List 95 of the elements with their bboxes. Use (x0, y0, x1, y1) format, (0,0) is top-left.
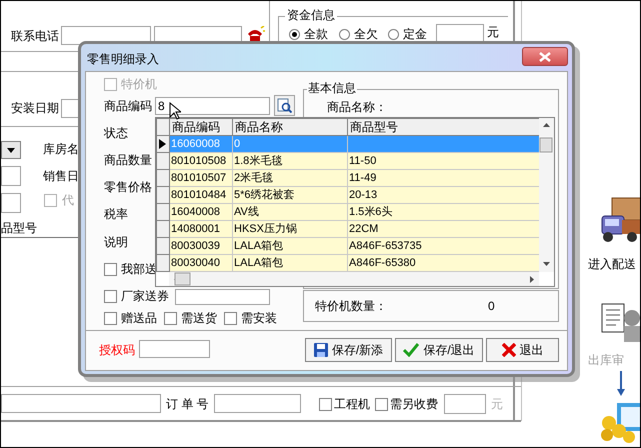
table-cell: A846F-65380 (348, 254, 540, 272)
table-cell: LALA箱包 (232, 254, 348, 272)
unit-label: 元 (491, 397, 503, 411)
checkbox-label: 赠送品 (121, 311, 157, 325)
checkmark-icon (403, 343, 420, 357)
radio-label: 全款 (304, 27, 328, 41)
action-label: 出库审 (588, 353, 624, 367)
group-title: 基本信息 (307, 81, 357, 95)
table-cell: 80030040 (170, 254, 232, 272)
table-cell: 801010484 (170, 186, 232, 204)
row-pointer-icon (159, 139, 167, 149)
close-button[interactable] (522, 47, 568, 66)
table-cell: 16040008 (170, 204, 232, 220)
table-cell: 2米毛毯 (232, 170, 348, 186)
field-label: 销售日 (43, 169, 79, 183)
checkbox[interactable] (319, 398, 332, 411)
table-cell: 1.5米6头 (348, 204, 540, 220)
search-button[interactable] (274, 95, 295, 116)
input-field[interactable] (139, 340, 210, 358)
vertical-scrollbar[interactable] (539, 118, 554, 272)
table-cell: AV线 (232, 204, 348, 220)
radio-label: 定金 (403, 27, 427, 41)
field-label: 商品名称： (327, 100, 387, 114)
table-cell: 11-49 (348, 170, 540, 186)
table-cell: 16060008 (170, 136, 232, 152)
table-cell: 22CM (348, 220, 540, 238)
checkbox[interactable] (104, 312, 117, 325)
field-label: 联系电话 (11, 29, 59, 43)
table-cell: 80030039 (170, 238, 232, 254)
table-cell: A846F-653735 (348, 238, 540, 254)
checkbox-label: 需送货 (181, 311, 217, 325)
checkbox[interactable] (224, 312, 237, 325)
field-label: 库房名 (43, 142, 79, 156)
checkbox-label: 工程机 (334, 397, 370, 411)
checkbox[interactable] (164, 312, 177, 325)
column-header[interactable]: 商品名称 (232, 118, 348, 136)
dialog-title: 零售明细录入 (87, 52, 159, 66)
input-field[interactable] (1, 166, 21, 186)
down-arrow-icon (616, 371, 626, 397)
field-label: 税率 (104, 207, 128, 221)
checkbox[interactable] (104, 290, 117, 303)
column-header[interactable]: 商品型号 (348, 118, 540, 136)
close-icon (539, 52, 551, 62)
radio-button[interactable] (388, 29, 399, 40)
table-cell: LALA箱包 (232, 238, 348, 254)
table-cell: 11-50 (348, 152, 540, 170)
field-label: 商品编码 (104, 99, 152, 113)
button[interactable]: 保存/新添 (305, 338, 392, 362)
input-field[interactable] (175, 289, 270, 305)
input-field[interactable] (214, 394, 301, 413)
table-cell: 801010507 (170, 170, 232, 186)
checkbox-label: 厂家送券 (121, 289, 169, 303)
checkbox-label: 我部送 (121, 262, 157, 276)
table-cell: HKSX压力锅 (232, 220, 348, 238)
horizontal-scrollbar[interactable] (169, 272, 539, 286)
column-header: 品型号 (1, 221, 37, 235)
checkbox[interactable] (375, 398, 388, 411)
field-label: 说明 (104, 235, 128, 249)
button[interactable]: 保存/退出 (395, 338, 483, 362)
table-cell: 801010508 (170, 152, 232, 170)
checkbox[interactable] (104, 263, 117, 276)
checkbox-label: 需安装 (241, 311, 277, 325)
field-label: 特价机数量： (315, 299, 387, 313)
value-text: 0 (488, 299, 495, 313)
table-cell: 1.8米毛毯 (232, 152, 348, 170)
table-cell: 14080001 (170, 220, 232, 238)
checkbox-label: 代 (62, 193, 74, 207)
input-field[interactable] (1, 394, 161, 413)
group-title: 资金信息 (285, 8, 337, 22)
field-label: 商品数量 (104, 153, 152, 167)
field-label: 订 单 号 (166, 397, 209, 411)
table-cell: 0 (232, 136, 348, 152)
radio-label: 全欠 (354, 27, 378, 41)
column-header[interactable]: 商品编码 (170, 118, 232, 136)
caret-icon (7, 148, 15, 152)
radio-button[interactable] (339, 29, 350, 40)
input-field[interactable] (1, 193, 21, 213)
table-cell: 20-13 (348, 186, 540, 204)
unit-label: 元 (487, 25, 499, 39)
radio-button[interactable] (289, 29, 300, 40)
field-label: 授权码 (99, 343, 135, 357)
close-icon (502, 343, 516, 357)
input-field[interactable]: 8 (155, 97, 270, 115)
checkbox-label: 需另收费 (390, 397, 438, 411)
field-label: 零售价格 (104, 180, 152, 194)
checkbox-label: 特价机 (121, 77, 157, 91)
field-label: 状态 (104, 126, 128, 140)
dropdown-button[interactable] (1, 141, 21, 159)
action-label: 进入配送 (588, 257, 636, 271)
coins-icon (599, 401, 640, 443)
input-field[interactable] (444, 394, 486, 414)
field-label: 安装日期 (11, 101, 59, 115)
button[interactable]: 退出 (486, 338, 559, 362)
row-header[interactable] (156, 136, 170, 152)
table-cell: 5*6绣花被套 (232, 186, 348, 204)
